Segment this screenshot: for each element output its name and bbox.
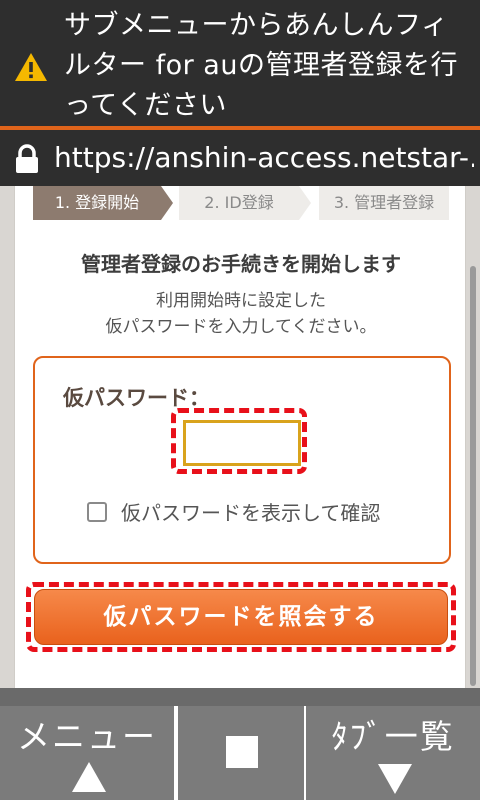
step-arrow (299, 186, 311, 220)
lock-icon (16, 144, 38, 173)
page-heading: 管理者登録のお手続きを開始します (81, 252, 401, 276)
bottom-navigation: メニュー ﾀﾌﾞ一覧 (0, 706, 480, 800)
step-id-register: 2. ID登録 (179, 186, 299, 220)
stop-icon (226, 736, 258, 768)
submit-password-button[interactable]: 仮パスワードを照会する (34, 589, 448, 645)
step-indicator: 1. 登録開始 2. ID登録 3. 管理者登録 (33, 186, 449, 220)
tab-list-label: ﾀﾌﾞ一覧 (331, 717, 455, 756)
show-password-checkbox[interactable] (87, 502, 107, 522)
menu-button[interactable]: メニュー (0, 706, 176, 800)
password-form: 仮パスワード： 仮パスワードを表示して確認 (33, 356, 451, 564)
url-text[interactable]: https://anshin-access.netstar-... (54, 140, 474, 176)
page-bottom-shadow (0, 688, 480, 706)
stop-button[interactable] (176, 706, 306, 800)
triangle-up-icon (72, 762, 106, 792)
notice-text: サブメニューからあんしんフィルター for auの管理者登録を行ってください (64, 10, 458, 121)
page-description: 利用開始時に設定した 仮パスワードを入力してください。 (15, 288, 467, 340)
triangle-down-icon (378, 764, 412, 794)
show-password-label[interactable]: 仮パスワードを表示して確認 (121, 497, 380, 526)
warning-icon (15, 53, 47, 81)
step-admin-register: 3. 管理者登録 (319, 186, 449, 220)
tab-list-button[interactable]: ﾀﾌﾞ一覧 (304, 706, 480, 800)
notice-banner: サブメニューからあんしんフィルター for auの管理者登録を行ってください (0, 0, 480, 130)
menu-label: メニュー (17, 717, 157, 756)
scrollbar[interactable] (470, 266, 476, 686)
step-arrow (161, 186, 173, 220)
temporary-password-input[interactable] (183, 420, 301, 466)
description-text: 利用開始時に設定した 仮パスワードを入力してください。 (105, 291, 377, 337)
url-bar[interactable]: https://anshin-access.netstar-... (0, 130, 480, 186)
step-register-start: 1. 登録開始 (33, 186, 161, 220)
